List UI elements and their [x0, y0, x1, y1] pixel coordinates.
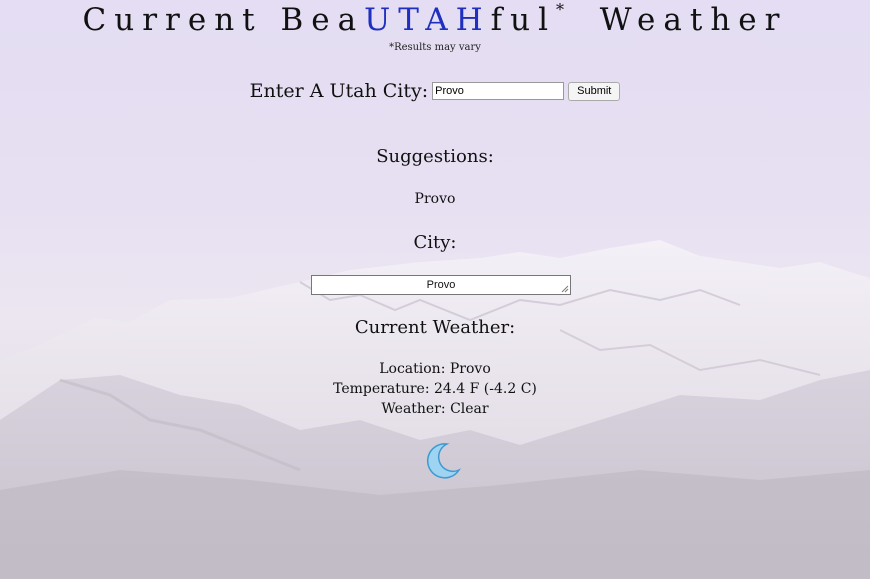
title-suffix: ful [490, 2, 556, 38]
title-prefix: Current Bea [82, 2, 365, 38]
suggestions-heading: Suggestions: [376, 146, 494, 167]
results-disclaimer: *Results may vary [389, 42, 481, 53]
current-weather-heading: Current Weather: [354, 317, 516, 338]
city-textarea-value: Provo [426, 279, 456, 291]
resize-grip-icon[interactable] [561, 285, 569, 293]
title-asterisk: * [555, 0, 564, 19]
crescent-moon-icon [426, 443, 461, 479]
weather-location: Location: Provo [379, 361, 491, 377]
title-highlight: UTAH [364, 2, 491, 38]
title-end: Weather [599, 2, 788, 38]
weather-condition: Weather: Clear [381, 401, 489, 417]
city-input[interactable] [432, 82, 565, 100]
city-textarea[interactable]: Provo [311, 275, 571, 295]
submit-button[interactable]: Submit [568, 81, 621, 101]
city-heading: City: [413, 232, 457, 253]
city-input-label: Enter A Utah City: [249, 80, 429, 102]
weather-temperature: Temperature: 24.4 F (-4.2 C) [333, 381, 537, 397]
suggestion-item[interactable]: Provo [0, 191, 870, 207]
page-title: Current BeaUTAHful* Weather [0, 0, 870, 38]
city-search-form: Enter A Utah City: Submit [0, 80, 870, 102]
